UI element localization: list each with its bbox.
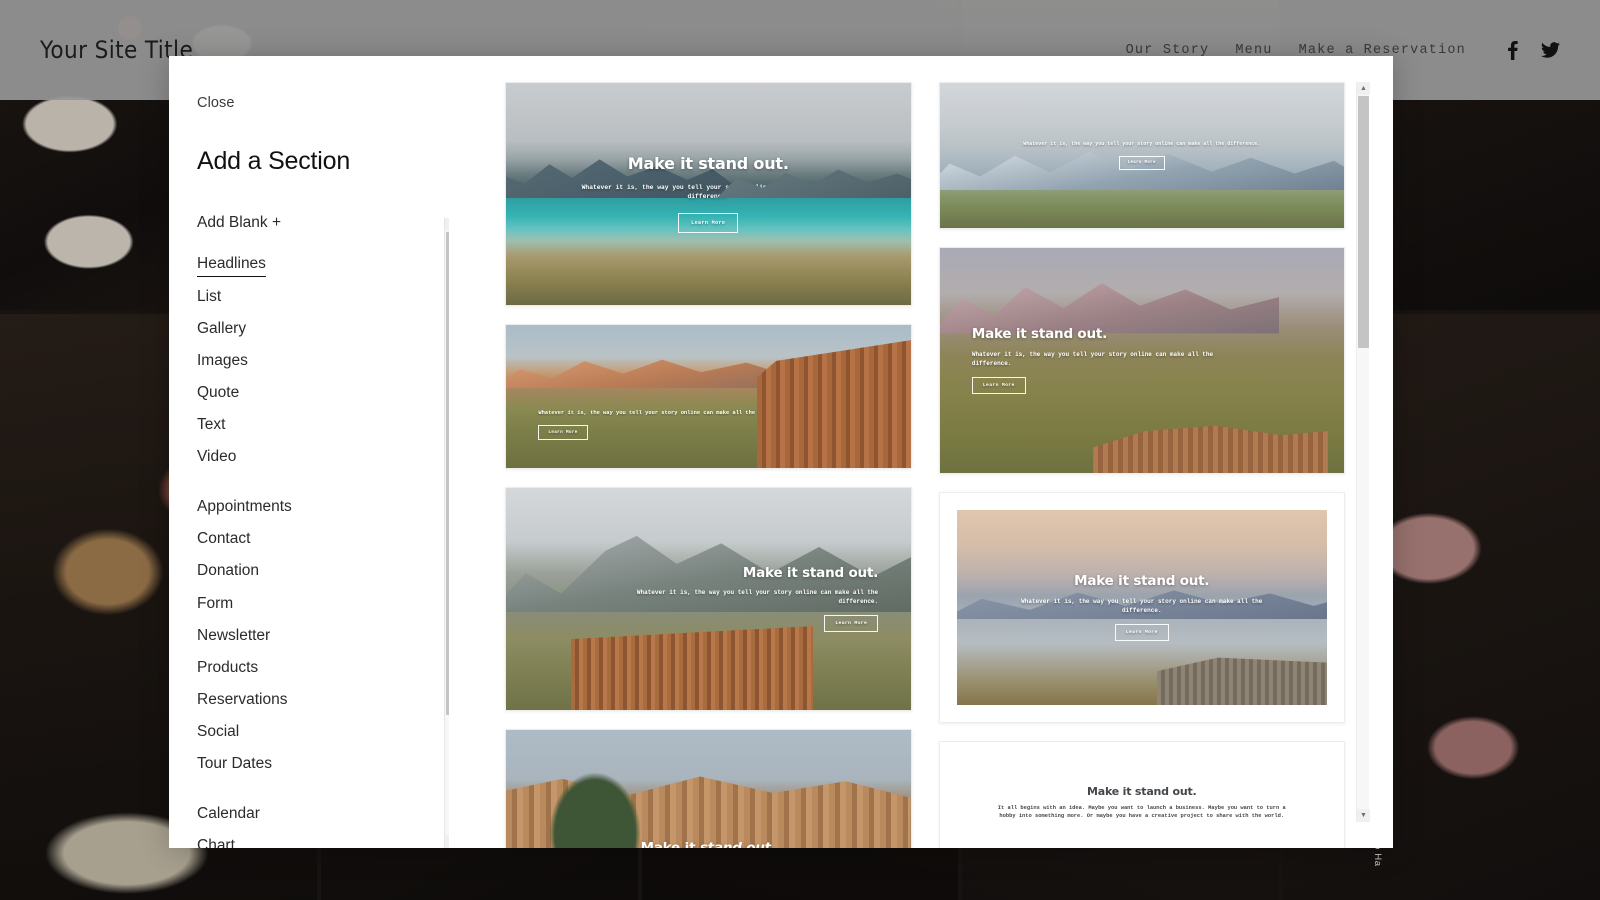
preview-grid: Make it stand out. Whatever it is, the wa… [449,56,1371,848]
section-item-social[interactable]: Social [197,723,449,755]
preview-learn-more-button[interactable]: Learn More [1118,155,1165,170]
preview-body-text: Whatever it is, the way you tell your st… [971,350,1214,367]
section-item-newsletter[interactable]: Newsletter [197,627,449,659]
preview-body-text: Whatever it is, the way you tell your st… [636,589,879,606]
preview-overlay-mountain-house: Make it stand out. Whatever it is, the wa… [506,488,911,710]
preview-overlay-cabin-dusk: Make it stand out.Whatever it is, the wa… [506,325,911,468]
preview-heading: Make it stand out. [627,154,789,174]
preview-heading: Make it stand out. [742,564,879,581]
preview-learn-more-button[interactable]: Learn More [971,376,1026,394]
section-item-donation[interactable]: Donation [197,562,449,594]
preview-card-fence[interactable]: Make it stand out.Whatever it is, the wa… [505,729,912,848]
preview-body-text: Whatever it is, the way you tell your st… [1021,597,1263,614]
section-item-quote[interactable]: Quote [197,384,449,416]
section-item-form[interactable]: Form [197,595,449,627]
section-item-contact[interactable]: Contact [197,530,449,562]
section-item-gallery[interactable]: Gallery [197,320,449,352]
preview-overlay-white-text: Make it stand out. It all begins with an … [940,742,1345,848]
section-item-calendar[interactable]: Calendar [197,805,449,837]
section-type-list: Add Blank + Headlines List Gallery Images Quo… [197,214,449,848]
twitter-icon[interactable] [1541,40,1560,60]
preview-card-rose-hills[interactable]: Make it stand out. Whatever it is, the wa… [938,247,1345,474]
add-a-section-modal: Close Add a Section Add Blank + Headlines… [169,56,1393,848]
preview-scrollbar-thumb[interactable] [1358,96,1369,348]
preview-card-mountain-house[interactable]: Make it stand out. Whatever it is, the wa… [505,487,912,711]
preview-scene-lake: Make it stand out. Whatever it is, the wa… [506,83,911,305]
preview-scene-rose-hills: Make it stand out. Whatever it is, the wa… [939,248,1345,473]
section-item-headlines[interactable]: Headlines [197,255,266,278]
preview-scene-fence: Make it stand out.Whatever it is, the wa… [506,730,911,848]
preview-scroll-up-arrow-icon[interactable]: ▲ [1357,82,1370,95]
preview-body-text: Whatever it is, the way you tell your st… [1023,141,1261,148]
preview-scene-snow-peaks: Make it stand out.Whatever it is, the wa… [939,83,1345,228]
preview-body-text: It all begins with an idea. Maybe you wa… [997,805,1286,820]
section-type-list-wrapper: Add Blank + Headlines List Gallery Images Quo… [197,214,458,848]
preview-scene-cabin-dusk: Make it stand out.Whatever it is, the wa… [506,325,911,468]
section-item-video[interactable]: Video [197,448,449,480]
preview-scroll-down-arrow-icon[interactable]: ▼ [1357,809,1370,822]
preview-overlay-rose-hills: Make it stand out. Whatever it is, the wa… [940,248,1345,473]
preview-column-right: Make it stand out. Whatever it is, the wa… [938,82,1345,848]
preview-card-lake[interactable]: Make it stand out. Whatever it is, the wa… [505,82,912,306]
preview-overlay-snow-peaks: Make it stand out.Whatever it is, the wa… [940,83,1345,228]
preview-scene-white-text: Make it stand out. It all begins with an … [939,742,1345,848]
preview-heading: Make it stand out. [1086,784,1197,798]
preview-card-snow-peaks[interactable]: Make it stand out.Whatever it is, the wa… [938,82,1345,229]
preview-learn-more-button[interactable]: Learn More [824,615,879,633]
preview-heading: Make it stand out. [1074,573,1210,590]
facebook-icon[interactable] [1506,40,1519,60]
preview-column-left: Make it stand out. Whatever it is, the wa… [505,82,912,848]
section-item-images[interactable]: Images [197,352,449,384]
preview-overlay-dawn-lake: Make it stand out. Whatever it is, the wa… [957,510,1328,705]
section-item-add-blank[interactable]: Add Blank + [197,214,449,255]
section-item-appointments[interactable]: Appointments [197,498,449,530]
preview-scrollbar[interactable]: ▲ ▼ [1356,82,1370,822]
preview-body-text: Whatever it is, the way you tell your st… [581,183,835,201]
section-item-reservations[interactable]: Reservations [197,691,449,723]
preview-scene-dawn-lake: Make it stand out. Whatever it is, the wa… [956,510,1328,705]
preview-learn-more-button[interactable]: Learn More [678,212,739,233]
section-item-selected-wrap: Headlines [197,255,449,288]
section-item-tour-dates[interactable]: Tour Dates [197,755,449,787]
section-item-list[interactable]: List [197,288,449,320]
section-item-products[interactable]: Products [197,659,449,691]
preview-card-white-text[interactable]: Make it stand out. It all begins with an … [938,741,1345,848]
preview-body-text: Whatever it is, the way you tell your st… [538,409,794,416]
section-item-chart[interactable]: Chart [197,837,449,848]
section-item-text[interactable]: Text [197,416,449,448]
preview-overlay-fence: Make it stand out.Whatever it is, the wa… [506,730,911,848]
preview-scene-mountain-house: Make it stand out. Whatever it is, the wa… [506,488,911,710]
modal-sidebar: Close Add a Section Add Blank + Headlines… [169,56,458,848]
list-group-separator [197,480,449,498]
preview-heading: Make it stand out. [641,841,776,848]
social-links [1506,40,1560,60]
section-preview-panel: Make it stand out. Whatever it is, the wa… [449,56,1393,848]
preview-learn-more-button[interactable]: Learn More [538,424,588,440]
close-button[interactable]: Close [197,95,235,111]
preview-heading: Make it stand out. [971,326,1108,343]
preview-card-dawn-lake[interactable]: Make it stand out. Whatever it is, the wa… [938,492,1345,723]
modal-title: Add a Section [197,147,351,175]
preview-learn-more-button[interactable]: Learn More [1114,623,1169,641]
preview-overlay-lake: Make it stand out. Whatever it is, the wa… [506,83,911,305]
list-group-separator [197,787,449,805]
preview-card-cabin-dusk[interactable]: Make it stand out.Whatever it is, the wa… [505,324,912,469]
